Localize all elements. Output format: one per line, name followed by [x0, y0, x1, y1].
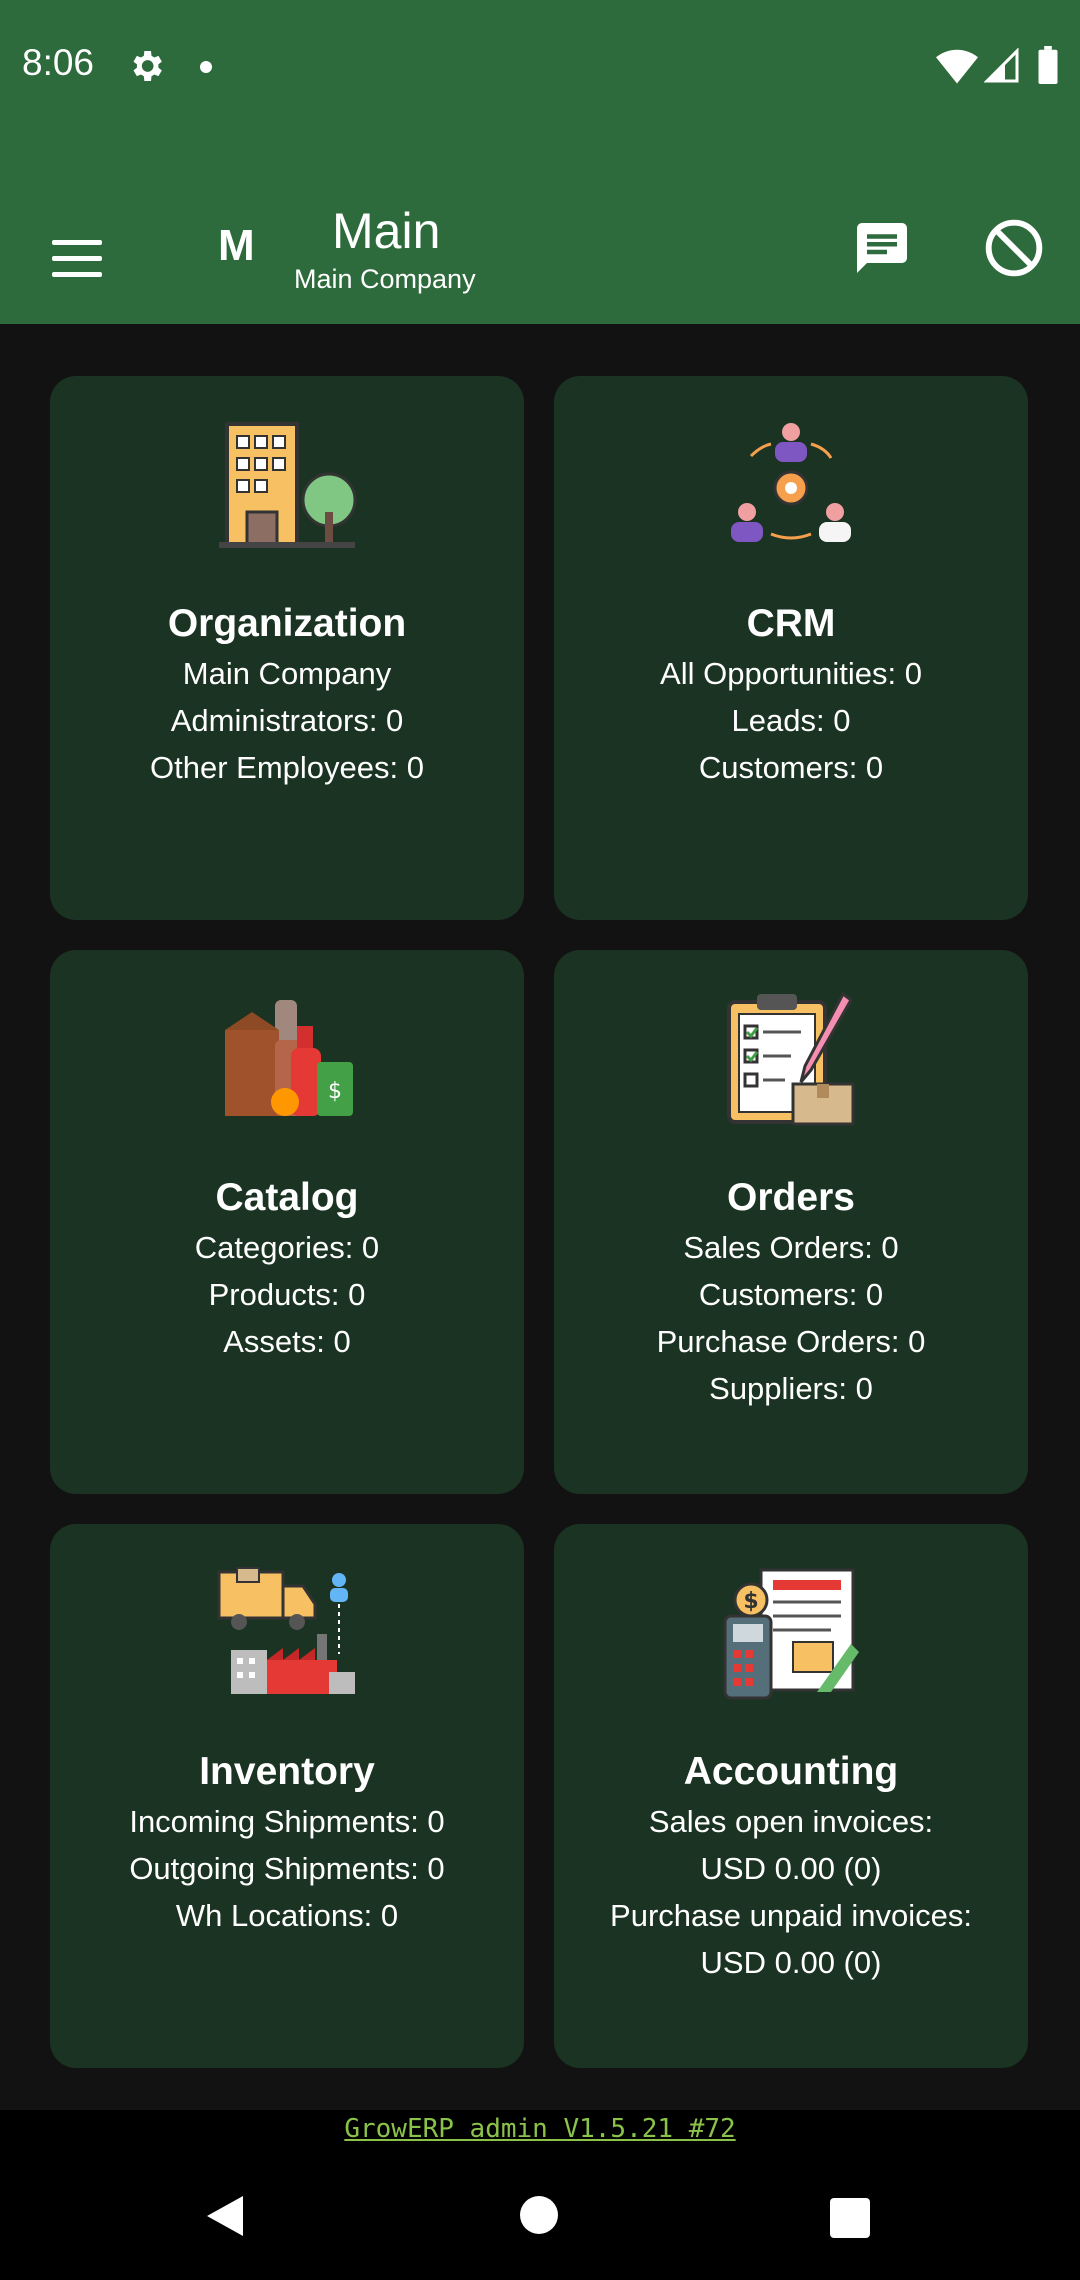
card-stats: All Opportunities: 0 Leads: 0 Customers:…: [554, 650, 1028, 791]
recent-apps-icon[interactable]: [830, 2198, 870, 2238]
version-footer: GrowERP admin V1.5.21 #72: [0, 2110, 1080, 2148]
card-line: Main Company: [182, 656, 392, 691]
logout-block-icon[interactable]: [982, 216, 1046, 280]
crm-people-gear-icon: [731, 423, 851, 542]
card-title: CRM: [746, 602, 836, 645]
card-stats: Categories: 0 Products: 0 Assets: 0: [50, 1224, 524, 1365]
settings-gear-icon: [133, 51, 162, 81]
menu-button[interactable]: [46, 228, 106, 288]
card-line: USD 0.00 (0): [700, 1851, 882, 1886]
svg-text:$: $: [743, 1589, 758, 1614]
crm-card[interactable]: CRM All Opportunities: 0 Leads: 0 Custom…: [554, 376, 1028, 920]
card-line: Sales Orders: 0: [683, 1230, 899, 1265]
card-title: Accounting: [683, 1750, 899, 1793]
card-line: Categories: 0: [194, 1230, 380, 1265]
organization-card[interactable]: Organization Main Company Administrators…: [50, 376, 524, 920]
page-title: Main: [332, 203, 441, 259]
card-line: Products: 0: [208, 1277, 366, 1312]
back-icon[interactable]: [205, 2194, 245, 2238]
card-line: Suppliers: 0: [709, 1371, 873, 1406]
status-bar: 8:06: [0, 0, 1080, 136]
accounting-invoice-icon: $: [723, 1568, 859, 1700]
card-line: Sales open invoices:: [648, 1804, 934, 1839]
catalog-products-icon: $: [225, 1000, 353, 1116]
svg-text:$: $: [328, 1079, 342, 1104]
card-stats: Main Company Administrators: 0 Other Emp…: [50, 650, 524, 791]
card-line: Assets: 0: [223, 1324, 351, 1359]
card-line: Administrators: 0: [170, 703, 404, 738]
system-nav-bar: [0, 2148, 1080, 2280]
card-line: Outgoing Shipments: 0: [129, 1851, 445, 1886]
battery-icon: [1038, 46, 1058, 84]
app-bar: M Main Main Company: [0, 136, 1080, 324]
organization-building-icon: [219, 422, 357, 548]
card-stats: Incoming Shipments: 0 Outgoing Shipments…: [50, 1798, 524, 1939]
card-line: Customers: 0: [698, 750, 884, 785]
card-line: Purchase unpaid invoices:: [610, 1898, 972, 1933]
card-line: Purchase Orders: 0: [656, 1324, 926, 1359]
inventory-card[interactable]: Inventory Incoming Shipments: 0 Outgoing…: [50, 1524, 524, 2068]
card-line: Customers: 0: [698, 1277, 884, 1312]
status-time: 8:06: [22, 42, 95, 83]
notification-dot-icon: [200, 61, 212, 73]
card-title: Catalog: [215, 1176, 359, 1219]
company-avatar[interactable]: M: [218, 221, 255, 271]
company-subtitle: Main Company: [294, 264, 476, 294]
chat-icon[interactable]: [852, 218, 912, 278]
orders-clipboard-icon: [727, 991, 855, 1126]
version-link[interactable]: GrowERP admin V1.5.21 #72: [344, 2114, 735, 2144]
card-line: Wh Locations: 0: [175, 1898, 399, 1933]
accounting-card[interactable]: $ Accounting Sales open invoices: USD 0.…: [554, 1524, 1028, 2068]
card-stats: Sales Orders: 0 Customers: 0 Purchase Or…: [554, 1224, 1028, 1412]
card-title: Orders: [727, 1176, 855, 1219]
card-title: Inventory: [199, 1750, 375, 1793]
card-line: USD 0.00 (0): [700, 1945, 882, 1980]
card-line: Other Employees: 0: [150, 750, 424, 785]
cell-signal-icon: [984, 48, 1019, 83]
inventory-truck-factory-icon: [217, 1567, 355, 1694]
card-title: Organization: [167, 602, 407, 645]
card-line: All Opportunities: 0: [660, 656, 922, 691]
card-line: Leads: 0: [731, 703, 851, 738]
home-icon[interactable]: [520, 2196, 558, 2234]
card-line: Incoming Shipments: 0: [129, 1804, 445, 1839]
orders-card[interactable]: Orders Sales Orders: 0 Customers: 0 Purc…: [554, 950, 1028, 1494]
catalog-card[interactable]: $ Catalog Categories: 0 Products: 0 Asse…: [50, 950, 524, 1494]
card-stats: Sales open invoices: USD 0.00 (0) Purcha…: [554, 1798, 1028, 1986]
wifi-icon: [936, 49, 978, 84]
